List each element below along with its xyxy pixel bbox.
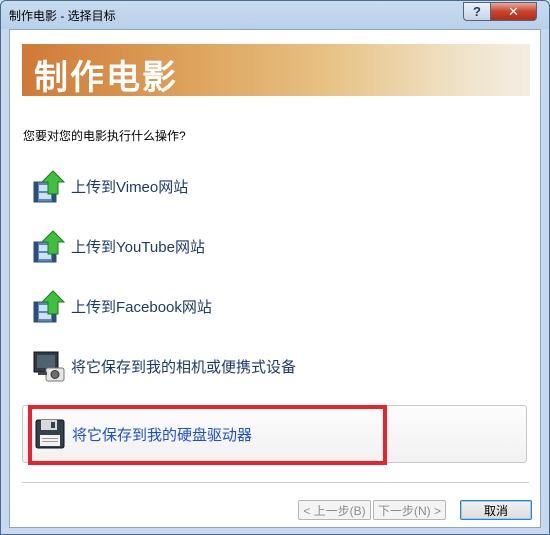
option-upload-facebook[interactable]: 上传到Facebook网站: [22, 277, 527, 335]
option-label: 上传到Vimeo网站: [71, 178, 189, 196]
upload-film-icon: [33, 230, 66, 263]
window-title: 制作电影 - 选择目标: [9, 9, 116, 23]
option-save-device[interactable]: 将它保存到我的相机或便携式设备: [22, 337, 527, 395]
close-icon: ✕: [508, 3, 519, 19]
option-upload-vimeo[interactable]: 上传到Vimeo网站: [22, 157, 527, 215]
prompt-text: 您要对您的电影执行什么操作?: [23, 129, 186, 143]
dialog-window: 制作电影 - 选择目标 ? ✕ 制作电影 您要对您的电影执行什么操作? 上传到V…: [0, 0, 550, 535]
back-button[interactable]: < 上一步(B): [298, 500, 371, 520]
banner: 制作电影: [22, 44, 530, 97]
upload-film-icon: [33, 290, 66, 323]
camera-device-icon: [33, 351, 65, 382]
option-label: 上传到YouTube网站: [71, 238, 205, 256]
help-icon: ?: [473, 4, 481, 19]
banner-title: 制作电影: [34, 59, 178, 97]
close-button[interactable]: ✕: [490, 2, 537, 21]
title-bar[interactable]: 制作电影 - 选择目标 ? ✕: [1, 1, 549, 29]
footer-separator: [22, 482, 529, 483]
dialog-content: 制作电影 您要对您的电影执行什么操作? 上传到Vimeo网站 上传到YouTub…: [9, 29, 541, 528]
option-label: 将它保存到我的相机或便携式设备: [71, 358, 297, 376]
cancel-button[interactable]: 取消: [460, 500, 532, 520]
upload-film-icon: [33, 170, 66, 203]
option-label: 上传到Facebook网站: [71, 298, 212, 316]
help-button[interactable]: ?: [463, 2, 491, 21]
next-button[interactable]: 下一步(N) >: [373, 500, 446, 520]
highlight-annotation: [28, 405, 387, 465]
option-upload-youtube[interactable]: 上传到YouTube网站: [22, 217, 527, 275]
